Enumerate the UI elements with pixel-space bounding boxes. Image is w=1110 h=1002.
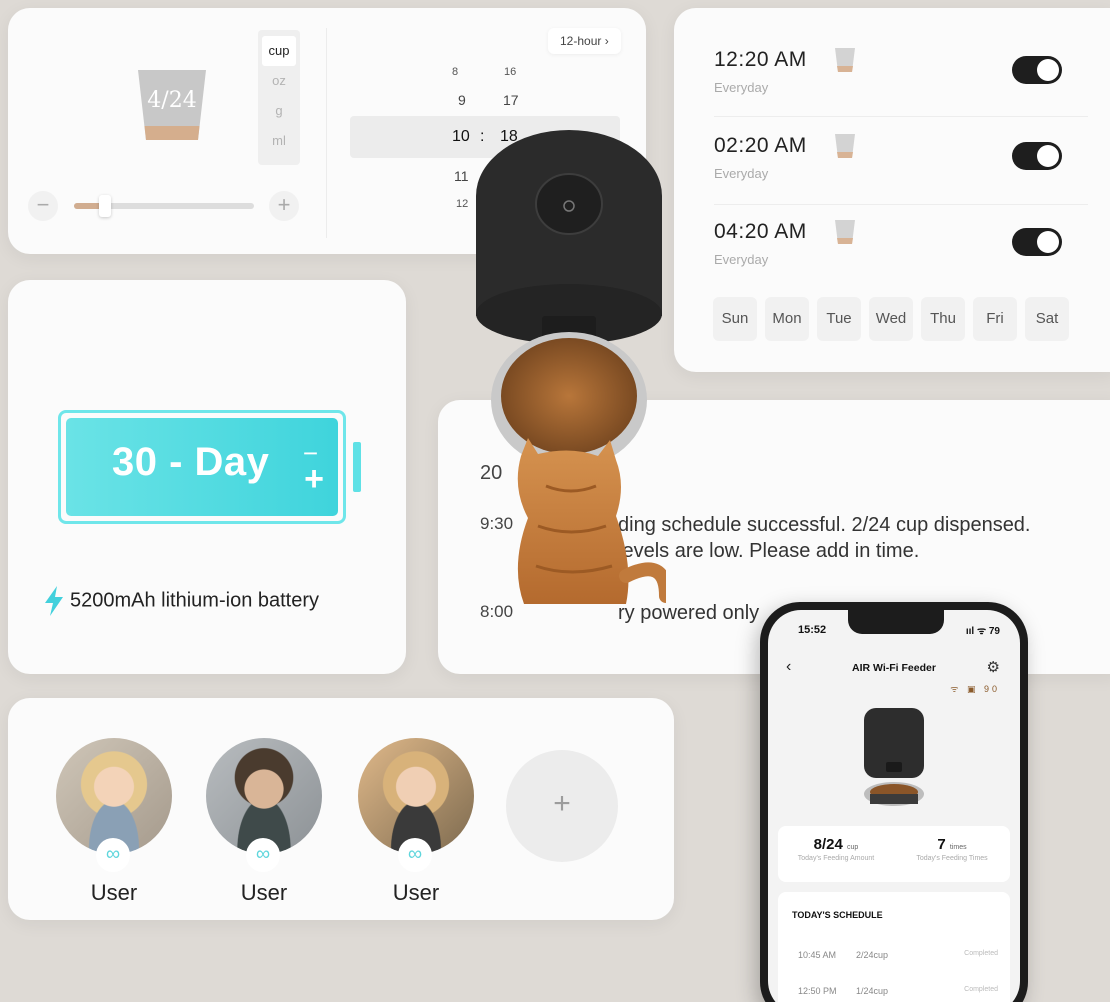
hour-option[interactable]: 11: [454, 168, 469, 184]
lightning-bolt-icon: [45, 586, 63, 616]
user-name: User: [90, 880, 138, 905]
day-button-sun[interactable]: Sun: [713, 297, 757, 341]
selected-hour[interactable]: 10: [452, 128, 470, 146]
feeding-times-stat: 7 times Today's Feeding Times: [894, 836, 1010, 862]
portion-slider-thumb[interactable]: [98, 195, 111, 217]
app-title: AIR Wi-Fi Feeder: [852, 662, 936, 674]
schedule-time: 02:20 AM: [714, 134, 807, 157]
schedule-toggle[interactable]: [1012, 228, 1062, 256]
divider: [326, 28, 327, 238]
hour-option[interactable]: 9: [458, 92, 466, 108]
day-button-wed[interactable]: Wed: [869, 297, 913, 341]
cup-fraction-label: 4/24: [147, 88, 197, 113]
divider: [714, 116, 1088, 117]
schedule-repeat: Everyday: [714, 80, 769, 95]
log-message: ding schedule successful. 2/24 cup dispe…: [618, 514, 1031, 536]
feeding-amount-unit: cup: [847, 844, 859, 851]
hour-format-toggle[interactable]: 12-hour ›: [548, 28, 621, 54]
gear-icon[interactable]: ⚙: [987, 658, 1000, 676]
entry-amount: 2/24cup: [856, 950, 889, 960]
shared-users-card: ∞ User ∞ User ∞ User +: [8, 698, 674, 920]
status-bar-time: 15:52: [798, 624, 827, 636]
entry-time: 12:50 PM: [798, 986, 837, 996]
feeding-amount-value: 8/24: [813, 836, 843, 853]
feeding-times-unit: times: [949, 844, 967, 851]
phone-notch: [848, 610, 944, 634]
hour-option[interactable]: 12: [456, 198, 468, 210]
pet-feeder-photo: [476, 130, 666, 604]
user-item[interactable]: ∞ User: [204, 738, 324, 906]
schedule-row[interactable]: 04:20 AM Everyday: [714, 220, 1088, 306]
infinity-icon: ∞: [246, 838, 280, 872]
user-name: User: [240, 880, 288, 905]
unit-selector[interactable]: cup oz g ml: [258, 30, 300, 165]
entry-status: Completed: [964, 986, 998, 993]
feeding-stats: 8/24 cup Today's Feeding Amount 7 times …: [778, 826, 1010, 882]
avatar: [56, 738, 172, 854]
hour-option[interactable]: 8: [452, 66, 458, 78]
day-button-fri[interactable]: Fri: [973, 297, 1017, 341]
battery-duration-label: 30 - Day: [112, 440, 270, 484]
feeding-amount-stat: 8/24 cup Today's Feeding Amount: [778, 836, 894, 862]
add-user-button[interactable]: +: [506, 750, 618, 862]
avatar: [206, 738, 322, 854]
avatar: [358, 738, 474, 854]
minute-option[interactable]: 17: [503, 92, 519, 108]
schedule-row[interactable]: 12:20 AM Everyday: [714, 48, 1088, 134]
cup-icon: [835, 48, 855, 72]
schedule-row[interactable]: 02:20 AM Everyday: [714, 134, 1088, 220]
schedule-time: 12:20 AM: [714, 48, 807, 71]
feeder-product-image: [864, 708, 924, 806]
entry-time: 10:45 AM: [798, 950, 837, 960]
phone-mockup: 15:52 ııl ᯤ 79 ‹ AIR Wi-Fi Feeder ⚙ ᯤ ▣ …: [760, 602, 1028, 1002]
status-bar-icons: ııl ᯤ 79: [965, 626, 1000, 637]
feeding-amount-label: Today's Feeding Amount: [797, 855, 875, 862]
schedule-repeat: Everyday: [714, 252, 769, 267]
battery-icon: 30 - Day − +: [58, 410, 346, 524]
cup-icon: 4/24: [136, 70, 208, 142]
schedule-title: TODAY'S SCHEDULE: [792, 910, 883, 920]
decrease-portion-button[interactable]: −: [28, 191, 58, 221]
user-item[interactable]: ∞ User: [356, 738, 476, 906]
day-button-tue[interactable]: Tue: [817, 297, 861, 341]
unit-option-ml[interactable]: ml: [258, 126, 300, 156]
user-name: User: [392, 880, 440, 905]
infinity-icon: ∞: [96, 838, 130, 872]
day-button-thu[interactable]: Thu: [921, 297, 965, 341]
divider: [714, 204, 1088, 205]
day-button-sat[interactable]: Sat: [1025, 297, 1069, 341]
battery-spec-text: 5200mAh lithium-ion battery: [70, 589, 320, 612]
entry-amount: 1/24cup: [856, 986, 889, 996]
portion-slider[interactable]: [74, 195, 254, 217]
user-item[interactable]: ∞ User: [54, 738, 174, 906]
schedule-toggle[interactable]: [1012, 56, 1062, 84]
unit-option-g[interactable]: g: [258, 96, 300, 126]
battery-card: 30 - Day − + 5200mAh lithium-ion battery: [8, 280, 406, 674]
minute-option[interactable]: 16: [504, 66, 516, 78]
todays-schedule: TODAY'S SCHEDULE 10:45 AM 2/24cup Comple…: [778, 892, 1010, 1002]
schedule-toggle[interactable]: [1012, 142, 1062, 170]
unit-option-oz[interactable]: oz: [258, 66, 300, 96]
phone-screen: 15:52 ııl ᯤ 79 ‹ AIR Wi-Fi Feeder ⚙ ᯤ ▣ …: [768, 610, 1020, 1002]
schedule-repeat: Everyday: [714, 166, 769, 181]
infinity-icon: ∞: [398, 838, 432, 872]
schedule-time: 04:20 AM: [714, 220, 807, 243]
feeding-times-label: Today's Feeding Times: [916, 855, 988, 862]
increase-portion-button[interactable]: +: [269, 191, 299, 221]
day-button-mon[interactable]: Mon: [765, 297, 809, 341]
unit-option-cup[interactable]: cup: [262, 36, 296, 66]
cup-icon: [835, 220, 855, 244]
device-status-icons: ᯤ ▣ 90: [950, 684, 1000, 694]
entry-status: Completed: [964, 950, 998, 957]
battery-terminal: [353, 442, 361, 492]
feeding-schedule-card: 12:20 AM Everyday 02:20 AM Everyday 04:2…: [674, 8, 1110, 372]
battery-plus-sign: +: [304, 460, 324, 498]
cup-icon: [835, 134, 855, 158]
feeding-times-value: 7: [937, 836, 946, 853]
battery-spec: 5200mAh lithium-ion battery: [44, 586, 319, 616]
